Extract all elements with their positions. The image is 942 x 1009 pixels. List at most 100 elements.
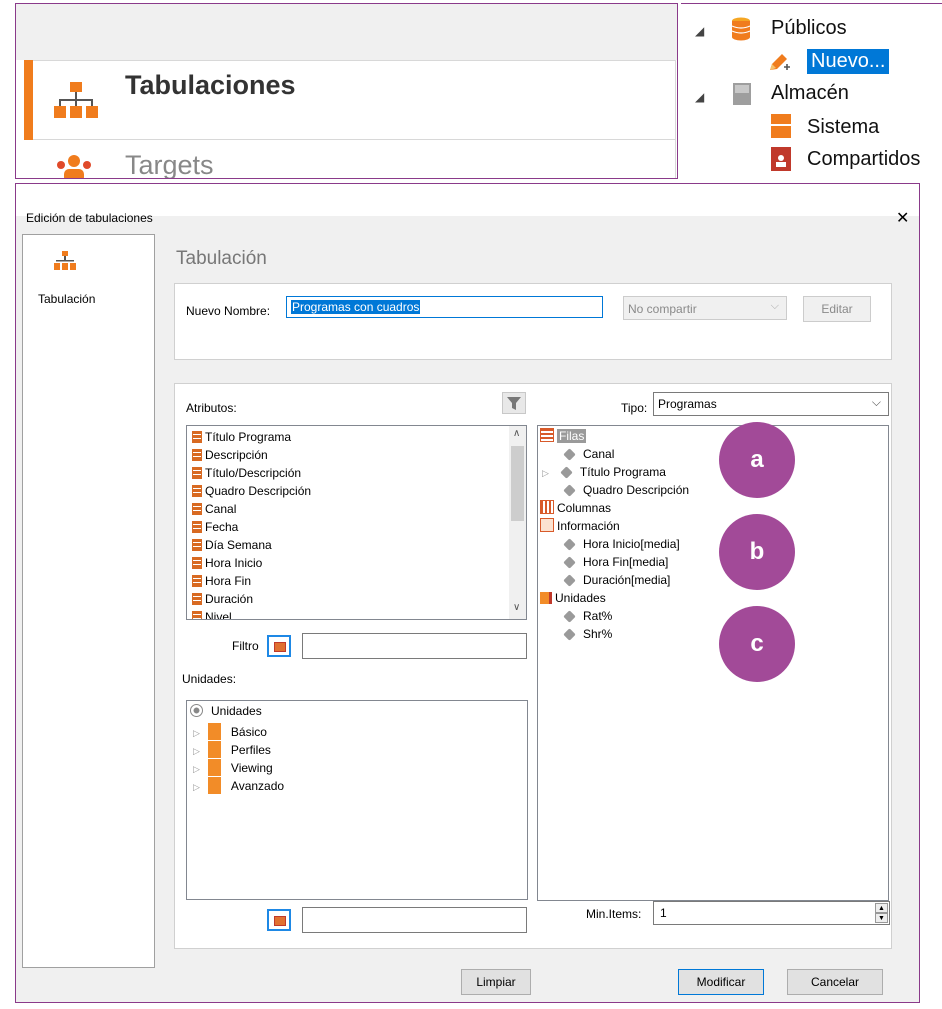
attribute-icon — [192, 431, 202, 443]
tree-node-sistema[interactable]: Sistema — [807, 116, 879, 139]
dialog-sidebar — [22, 234, 155, 968]
tree-root[interactable]: Unidades — [190, 703, 262, 719]
chevron-down-icon: ⌵ — [770, 300, 779, 312]
list-item[interactable]: Quadro Descripción — [192, 483, 311, 499]
scroll-up-icon[interactable]: ∧ — [513, 428, 520, 439]
list-item[interactable]: Canal — [192, 501, 236, 517]
cancel-button[interactable]: Cancelar — [787, 969, 883, 995]
list-item[interactable]: Hora Inicio — [192, 555, 262, 571]
list-item[interactable]: Fecha — [192, 519, 238, 535]
scroll-down-icon[interactable]: ∨ — [513, 602, 520, 613]
tree-node[interactable]: Duración[media] — [563, 572, 670, 588]
active-indicator — [24, 60, 33, 140]
folder-icon — [207, 723, 221, 740]
nav-item-label: Targets — [125, 150, 214, 179]
tree-node[interactable]: Canal — [563, 446, 614, 462]
tipo-label: Tipo: — [621, 401, 648, 415]
expand-arrow-icon[interactable]: ▷ — [542, 468, 549, 478]
attribute-icon — [192, 449, 202, 461]
folder-icon — [207, 777, 221, 794]
units-search-input[interactable] — [302, 907, 527, 933]
list-item[interactable]: Título Programa — [192, 429, 291, 445]
filter-toggle-icon[interactable] — [267, 635, 291, 657]
tipo-select[interactable]: Programas ⌵ — [653, 392, 889, 416]
min-items-stepper[interactable]: 1 ▲ ▼ — [653, 901, 890, 925]
list-item[interactable]: Título/Descripción — [192, 465, 301, 481]
expand-arrow-icon[interactable]: ◢ — [695, 90, 704, 104]
list-item[interactable]: Descripción — [192, 447, 268, 463]
tree-node-compartidos[interactable]: Compartidos — [807, 148, 920, 171]
funnel-icon[interactable] — [502, 392, 526, 414]
shared-folder-icon — [771, 147, 791, 171]
tipo-select-value: Programas — [658, 397, 717, 411]
tree-node[interactable]: ▷ Perfiles — [193, 741, 271, 759]
scrollbar-thumb[interactable] — [511, 446, 524, 521]
units-filter-toggle-icon[interactable] — [267, 909, 291, 931]
tree-node[interactable]: Hora Fin[media] — [563, 554, 668, 570]
callout-c: c — [719, 606, 795, 682]
attribute-icon — [192, 611, 202, 619]
attribute-gem-icon — [560, 466, 573, 479]
folder-icon — [207, 759, 221, 776]
close-icon[interactable]: ✕ — [896, 208, 909, 228]
units-label: Unidades: — [182, 672, 237, 686]
modify-button[interactable]: Modificar — [678, 969, 764, 995]
tree-node-publicos[interactable]: Públicos — [771, 17, 847, 40]
filter-input[interactable] — [302, 633, 527, 659]
tree-node-columnas[interactable]: Columnas — [540, 500, 611, 516]
tree-node[interactable]: Rat% — [563, 608, 612, 624]
min-items-value: 1 — [660, 906, 667, 920]
nav-item-targets[interactable] — [24, 140, 676, 178]
sidebar-item-tabulacion[interactable]: Tabulación — [38, 292, 95, 306]
tree-node[interactable]: ▷ Básico — [193, 723, 267, 741]
name-input-value: Programas con cuadros — [291, 300, 421, 314]
tree-node-nuevo[interactable]: Nuevo... — [805, 48, 891, 75]
attribute-icon — [192, 593, 202, 605]
attribute-gem-icon — [563, 610, 576, 623]
tree-node-filas[interactable]: Filas — [540, 428, 587, 444]
min-items-label: Min.Items: — [586, 907, 642, 921]
list-item[interactable]: Nivel — [192, 609, 232, 619]
clear-button[interactable]: Limpiar — [461, 969, 531, 995]
name-label: Nuevo Nombre: — [186, 304, 271, 318]
tree-node[interactable]: ▷ Título Programa — [542, 464, 666, 481]
radio-icon — [190, 704, 203, 717]
org-chart-icon[interactable] — [54, 251, 76, 271]
expand-arrow-icon[interactable]: ◢ — [695, 24, 704, 38]
expand-arrow-icon[interactable]: ▷ — [193, 764, 200, 774]
filter-label: Filtro — [232, 639, 259, 653]
tree-node[interactable]: ▷ Avanzado — [193, 777, 284, 795]
tree-node[interactable]: ▷ Viewing — [193, 759, 273, 777]
stepper-up-icon[interactable]: ▲ — [875, 903, 888, 913]
units-tree[interactable]: Unidades ▷ Básico ▷ Perfiles ▷ Viewing ▷ Ava… — [186, 700, 528, 900]
tree-node[interactable]: Shr% — [563, 626, 612, 642]
stepper-down-icon[interactable]: ▼ — [875, 913, 888, 923]
expand-arrow-icon[interactable]: ▷ — [193, 782, 200, 792]
list-item[interactable]: Hora Fin — [192, 573, 251, 589]
tree-node-unidades[interactable]: Unidades — [540, 590, 606, 606]
tree-node-almacen[interactable]: Almacén — [771, 82, 849, 105]
expand-arrow-icon[interactable]: ▷ — [193, 746, 200, 756]
edit-button[interactable]: Editar — [803, 296, 871, 322]
tree-node-informacion[interactable]: Información — [540, 518, 620, 534]
tree-node[interactable]: Quadro Descripción — [563, 482, 689, 498]
tabulation-structure-tree[interactable]: Filas Canal ▷ Título Programa Quadro Desc… — [537, 425, 889, 901]
units-arrow-icon — [540, 592, 552, 604]
tree-node[interactable]: Hora Inicio[media] — [563, 536, 680, 552]
attribute-icon — [192, 575, 202, 587]
list-item[interactable]: Duración — [192, 591, 253, 607]
scrollbar[interactable]: ∧ ∨ — [509, 426, 526, 619]
attribute-gem-icon — [563, 628, 576, 641]
list-item[interactable]: Día Semana — [192, 537, 272, 553]
name-input[interactable]: Programas con cuadros — [286, 296, 603, 318]
attribute-icon — [192, 485, 202, 497]
share-select[interactable]: No compartir ⌵ — [623, 296, 787, 320]
system-folder-icon — [771, 114, 791, 138]
nav-item-tabulaciones[interactable] — [24, 60, 676, 140]
expand-arrow-icon[interactable]: ▷ — [193, 728, 200, 738]
chevron-down-icon: ⌵ — [871, 395, 881, 409]
attributes-list[interactable]: Título Programa Descripción Título/Descr… — [186, 425, 527, 620]
name-group — [174, 283, 892, 360]
nav-header-strip — [16, 4, 677, 60]
publics-tree: ◢ Públicos Nuevo... ◢ Almacén Sistema Co… — [681, 3, 942, 179]
